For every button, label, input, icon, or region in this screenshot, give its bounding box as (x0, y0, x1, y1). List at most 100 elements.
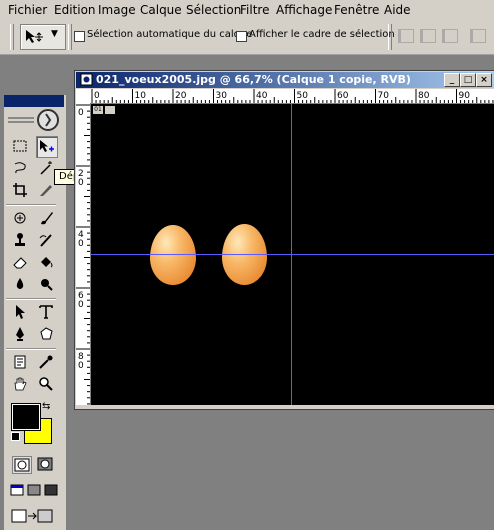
paint-bucket-tool[interactable] (36, 252, 56, 272)
minimize-icon: _ (449, 75, 455, 85)
zoom-tool[interactable] (36, 374, 56, 394)
ruler-label: 80 (418, 91, 430, 101)
pen-tool[interactable] (10, 324, 30, 344)
ruler-label: 40 (256, 91, 268, 101)
window-icon (10, 484, 24, 496)
clone-stamp-tool[interactable] (10, 230, 30, 250)
type-tool[interactable] (36, 302, 56, 322)
tool-preset-picker[interactable]: ▼ (20, 24, 66, 50)
eraser-icon (13, 257, 27, 269)
eraser-tool[interactable] (10, 252, 30, 272)
brush-icon (41, 212, 53, 225)
quick-mask-icon (37, 457, 53, 471)
screen-mode-full-menu[interactable] (27, 484, 41, 496)
lasso-tool[interactable] (10, 158, 30, 178)
blur-icon (16, 278, 24, 289)
hand-tool[interactable] (10, 374, 30, 394)
eyedropper-tool[interactable] (36, 352, 56, 372)
chevron-down-icon: ▼ (51, 29, 58, 39)
marquee-tool[interactable] (10, 136, 30, 156)
slice-badge-icon (105, 106, 115, 114)
jump-to-imageready-button[interactable] (10, 506, 54, 526)
window-icon (44, 484, 58, 496)
egg-left (150, 225, 196, 285)
ruler-label: 20 (175, 91, 187, 101)
default-colors-icon[interactable] (11, 432, 20, 441)
ruler-label: 0 (78, 178, 84, 188)
maximize-icon: □ (463, 75, 473, 85)
eyedropper-icon (39, 355, 53, 369)
auto-select-checkbox[interactable] (74, 31, 85, 42)
history-brush-icon (39, 234, 52, 247)
options-bar: ▼ Sélection automatique du calque Affich… (0, 20, 494, 55)
minimize-button[interactable]: _ (444, 73, 460, 87)
maximize-button[interactable]: □ (460, 73, 476, 87)
healing-brush-icon (14, 212, 26, 224)
move-tool[interactable] (36, 136, 58, 158)
quick-mask-button[interactable] (36, 456, 54, 472)
healing-brush-tool[interactable] (10, 208, 30, 228)
document-icon (80, 73, 93, 86)
menu-aide[interactable]: Aide (384, 3, 411, 17)
options-grip[interactable] (10, 24, 14, 50)
align-bottom-icon[interactable] (442, 29, 458, 43)
notes-icon (14, 355, 26, 369)
standard-mode-button[interactable] (12, 456, 32, 474)
type-icon (39, 305, 53, 319)
custom-shape-tool[interactable] (36, 324, 56, 344)
horizontal-guide[interactable] (91, 254, 494, 255)
vertical-ruler-ticks: 020406080 (76, 104, 90, 405)
menu-fenetre[interactable]: Fenêtre (334, 3, 379, 17)
adobe-logo[interactable] (6, 108, 62, 132)
custom-shape-icon (40, 327, 53, 340)
document-title: 021_voeux2005.jpg @ 66,7% (Calque 1 copi… (96, 73, 411, 86)
options-separator (68, 24, 72, 50)
notes-tool[interactable] (10, 352, 30, 372)
vertical-ruler[interactable]: 020406080 (76, 103, 91, 405)
close-button[interactable]: × (476, 73, 492, 87)
marquee-icon (13, 140, 27, 152)
ruler-label: 0 (78, 300, 84, 310)
magic-wand-tool[interactable] (36, 158, 56, 178)
blur-tool[interactable] (10, 274, 30, 294)
standard-mode-icon (14, 458, 30, 472)
zoom-icon (39, 377, 53, 391)
screen-mode-full[interactable] (44, 484, 58, 496)
lasso-icon (14, 162, 26, 174)
menu-edition[interactable]: Edition (54, 3, 96, 17)
menu-fichier[interactable]: Fichier (8, 3, 47, 17)
screen-mode-standard[interactable] (10, 484, 24, 496)
toolbox-titlebar[interactable] (4, 95, 64, 107)
menu-selection[interactable]: Sélection (186, 3, 241, 17)
slice-tool[interactable] (36, 180, 56, 200)
image-canvas[interactable]: 01 (91, 104, 494, 405)
menu-affichage[interactable]: Affichage (276, 3, 332, 17)
crop-tool[interactable] (10, 180, 30, 200)
clone-stamp-icon (15, 233, 25, 246)
horizontal-ruler[interactable]: 0 10 20 30 40 50 60 70 80 90 (90, 89, 494, 104)
auto-select-label: Sélection automatique du calque (87, 29, 253, 40)
brush-tool[interactable] (36, 208, 56, 228)
align-middle-icon[interactable] (420, 29, 436, 43)
dodge-tool[interactable] (36, 274, 56, 294)
window-icon (27, 484, 41, 496)
align-left-icon[interactable] (470, 29, 486, 43)
horizontal-ruler-ticks: 0 10 20 30 40 50 60 70 80 90 (91, 89, 494, 103)
ruler-label: 30 (216, 91, 228, 101)
align-top-icon[interactable] (398, 29, 414, 43)
history-brush-tool[interactable] (36, 230, 56, 250)
menu-calque[interactable]: Calque (140, 3, 182, 17)
path-select-tool[interactable] (10, 302, 30, 322)
close-icon: × (480, 75, 488, 85)
options-separator-2 (388, 24, 392, 50)
move-icon (40, 140, 54, 152)
ruler-label: 0 (78, 239, 84, 249)
menu-image[interactable]: Image (98, 3, 136, 17)
pen-icon (16, 327, 24, 341)
foreground-color-swatch[interactable] (11, 403, 41, 431)
swap-colors-icon[interactable]: ⇆ (42, 401, 50, 412)
show-bounds-checkbox[interactable] (236, 31, 247, 42)
show-bounds-label: Afficher le cadre de sélection (249, 29, 395, 40)
menu-filtre[interactable]: Filtre (240, 3, 269, 17)
ruler-origin[interactable] (76, 89, 90, 103)
